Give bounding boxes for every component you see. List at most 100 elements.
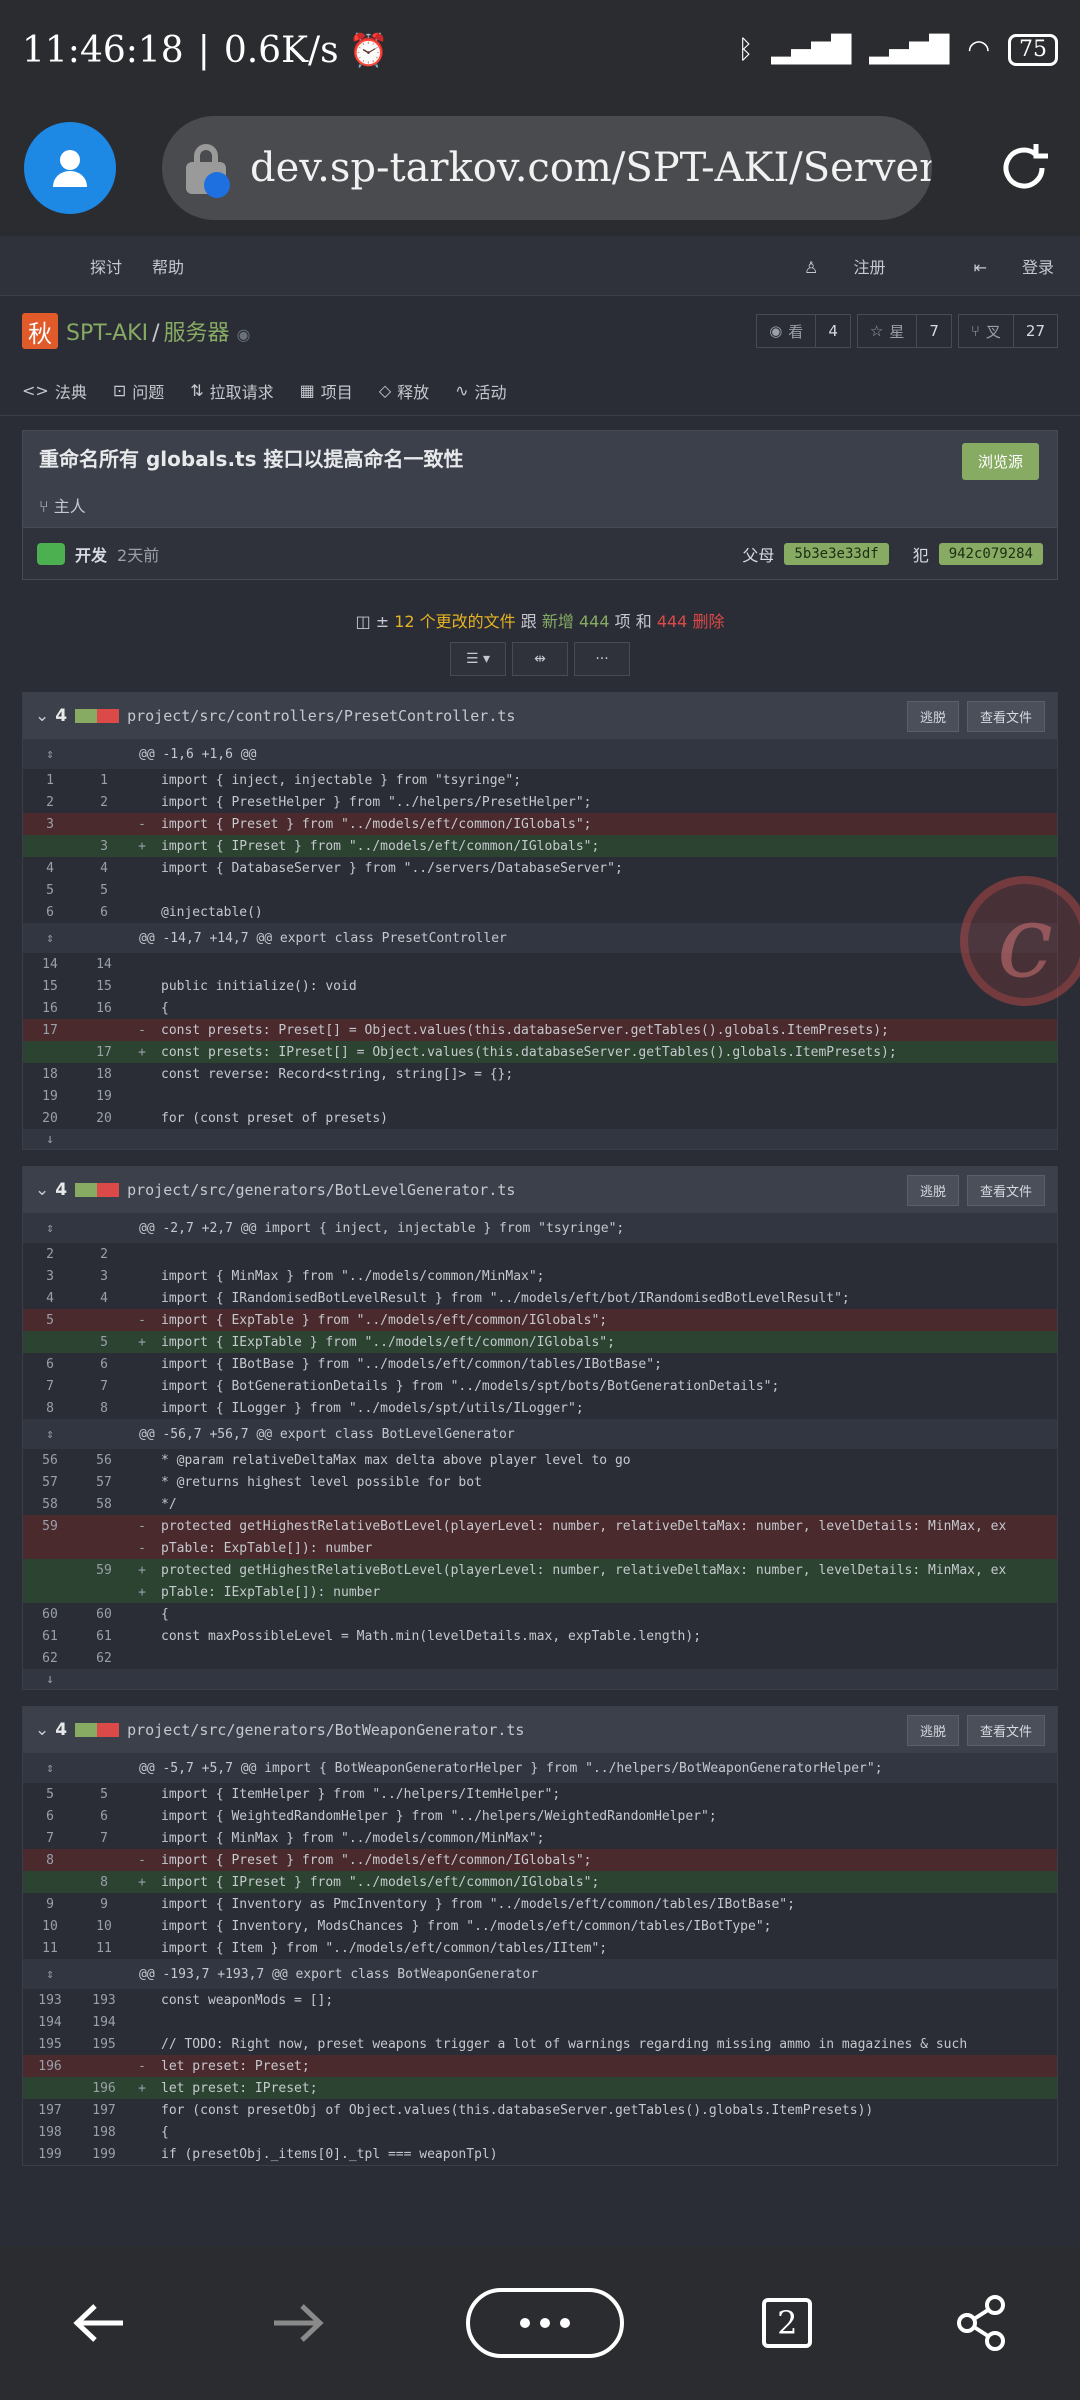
new-line-number[interactable]: 199 <box>77 2143 131 2165</box>
old-line-number[interactable]: 3 <box>23 813 77 835</box>
old-line-number[interactable]: 4 <box>23 1287 77 1309</box>
new-line-number[interactable]: 61 <box>77 1625 131 1647</box>
tabs-button[interactable]: 2 <box>762 2298 813 2348</box>
old-line-number[interactable]: 19 <box>23 1085 77 1107</box>
old-line-number[interactable]: 196 <box>23 2055 77 2077</box>
old-line-number[interactable]: 197 <box>23 2099 77 2121</box>
new-line-number[interactable]: 19 <box>77 1085 131 1107</box>
new-line-number[interactable]: 6 <box>77 1805 131 1827</box>
expand-down-icon[interactable]: ↓ <box>23 1669 77 1689</box>
whitespace-options-button[interactable]: ☰ ▾ <box>450 642 506 676</box>
new-line-number[interactable]: 3 <box>77 835 131 857</box>
old-line-number[interactable]: 5 <box>23 1309 77 1331</box>
new-line-number[interactable] <box>77 1515 131 1537</box>
new-line-number[interactable]: 2 <box>77 791 131 813</box>
escape-button[interactable]: 逃脱 <box>906 1714 959 1746</box>
escape-button[interactable]: 逃脱 <box>906 1174 959 1206</box>
expand-icon[interactable]: ⇕ <box>23 739 77 769</box>
new-line-number[interactable] <box>77 2055 131 2077</box>
tab-projects[interactable]: ▦ 项目 <box>300 379 353 403</box>
tab-code[interactable]: <> 法典 <box>22 379 87 403</box>
old-line-number[interactable] <box>23 1581 77 1603</box>
new-line-number[interactable]: 57 <box>77 1471 131 1493</box>
old-line-number[interactable]: 6 <box>23 1805 77 1827</box>
new-line-number[interactable]: 4 <box>77 857 131 879</box>
file-tree-toggle-icon[interactable]: ◫ <box>356 612 371 631</box>
browse-source-button[interactable]: 浏览源 <box>961 443 1039 480</box>
old-line-number[interactable] <box>23 1041 77 1063</box>
branch-label[interactable]: ⑂ 主人 <box>39 493 86 517</box>
repo-name-link[interactable]: 服务器 <box>164 321 230 346</box>
old-line-number[interactable]: 198 <box>23 2121 77 2143</box>
old-line-number[interactable] <box>23 835 77 857</box>
new-line-number[interactable] <box>77 1537 131 1559</box>
view-file-button[interactable]: 查看文件 <box>966 1714 1045 1746</box>
old-line-number[interactable]: 4 <box>23 857 77 879</box>
old-line-number[interactable]: 14 <box>23 953 77 975</box>
old-line-number[interactable]: 10 <box>23 1915 77 1937</box>
old-line-number[interactable] <box>23 1331 77 1353</box>
old-line-number[interactable]: 11 <box>23 1937 77 1959</box>
expand-icon[interactable]: ⇕ <box>23 1753 77 1783</box>
old-line-number[interactable]: 56 <box>23 1449 77 1471</box>
watch-counter[interactable]: ◉ 看 4 <box>756 314 851 348</box>
split-view-button[interactable]: ⇹ <box>512 642 568 676</box>
new-line-number[interactable]: 16 <box>77 997 131 1019</box>
menu-button[interactable] <box>465 2288 624 2358</box>
old-line-number[interactable]: 61 <box>23 1625 77 1647</box>
old-line-number[interactable]: 5 <box>23 879 77 901</box>
old-line-number[interactable]: 6 <box>23 901 77 923</box>
new-line-number[interactable]: 2 <box>77 1243 131 1265</box>
old-line-number[interactable]: 5 <box>23 1783 77 1805</box>
share-icon[interactable] <box>951 2293 1011 2353</box>
expand-icon[interactable]: ⇕ <box>23 923 77 953</box>
old-line-number[interactable] <box>23 1871 77 1893</box>
login-link[interactable]: ⇤ 登录 <box>943 254 1054 278</box>
new-line-number[interactable]: 14 <box>77 953 131 975</box>
rss-icon[interactable]: ◉ <box>237 325 251 344</box>
back-icon[interactable] <box>69 2298 129 2348</box>
old-line-number[interactable]: 15 <box>23 975 77 997</box>
expand-icon[interactable]: ⇕ <box>23 1213 77 1243</box>
old-line-number[interactable]: 193 <box>23 1989 77 2011</box>
old-line-number[interactable]: 195 <box>23 2033 77 2055</box>
new-line-number[interactable]: 197 <box>77 2099 131 2121</box>
new-line-number[interactable]: 20 <box>77 1107 131 1129</box>
new-line-number[interactable]: 196 <box>77 2077 131 2099</box>
old-line-number[interactable]: 8 <box>23 1849 77 1871</box>
new-line-number[interactable]: 11 <box>77 1937 131 1959</box>
old-line-number[interactable]: 57 <box>23 1471 77 1493</box>
new-line-number[interactable]: 194 <box>77 2011 131 2033</box>
old-line-number[interactable]: 7 <box>23 1827 77 1849</box>
new-line-number[interactable]: 4 <box>77 1287 131 1309</box>
new-line-number[interactable]: 5 <box>77 1331 131 1353</box>
escape-button[interactable]: 逃脱 <box>906 700 959 732</box>
expand-icon[interactable]: ⇕ <box>23 1419 77 1449</box>
old-line-number[interactable]: 18 <box>23 1063 77 1085</box>
new-line-number[interactable]: 8 <box>77 1397 131 1419</box>
old-line-number[interactable]: 1 <box>23 769 77 791</box>
old-line-number[interactable]: 59 <box>23 1515 77 1537</box>
fork-counter[interactable]: ⑂ 叉 27 <box>957 314 1058 348</box>
old-line-number[interactable]: 62 <box>23 1647 77 1669</box>
new-line-number[interactable]: 6 <box>77 901 131 923</box>
new-line-number[interactable]: 3 <box>77 1265 131 1287</box>
old-line-number[interactable]: 194 <box>23 2011 77 2033</box>
old-line-number[interactable]: 2 <box>23 791 77 813</box>
old-line-number[interactable]: 60 <box>23 1603 77 1625</box>
old-line-number[interactable]: 2 <box>23 1243 77 1265</box>
new-line-number[interactable]: 17 <box>77 1041 131 1063</box>
forward-icon[interactable] <box>268 2298 328 2348</box>
expand-down-icon[interactable]: ↓ <box>23 1129 77 1149</box>
new-line-number[interactable] <box>77 1309 131 1331</box>
old-line-number[interactable]: 9 <box>23 1893 77 1915</box>
new-line-number[interactable]: 198 <box>77 2121 131 2143</box>
collapse-chevron-icon[interactable]: ⌄ <box>35 1720 49 1740</box>
new-line-number[interactable]: 5 <box>77 1783 131 1805</box>
nav-help[interactable]: 帮助 <box>152 254 184 278</box>
new-line-number[interactable]: 10 <box>77 1915 131 1937</box>
reload-icon[interactable] <box>992 136 1056 200</box>
new-line-number[interactable]: 1 <box>77 769 131 791</box>
tab-activity[interactable]: ∿ 活动 <box>455 379 506 403</box>
parent-sha[interactable]: 5b3e3e33df <box>784 542 889 565</box>
